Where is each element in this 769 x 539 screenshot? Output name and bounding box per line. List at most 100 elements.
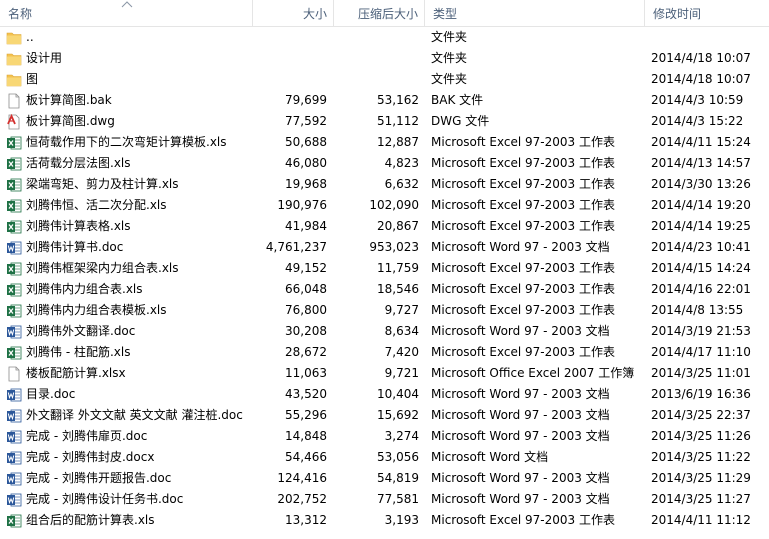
file-type: Microsoft Excel 97-2003 工作表 <box>431 177 615 191</box>
file-type: Microsoft Word 97 - 2003 文档 <box>431 471 610 485</box>
file-modified: 2014/4/16 22:01 <box>651 282 751 296</box>
file-name: 活荷载分层法图.xls <box>26 156 131 170</box>
file-row[interactable]: 刘腾伟内力组合表模板.xls 76,800 9,727 Microsoft Excel… <box>0 300 769 321</box>
file-type: Microsoft Excel 97-2003 工作表 <box>431 282 615 296</box>
file-modified: 2014/4/14 19:25 <box>651 219 751 233</box>
file-type: Microsoft Excel 97-2003 工作表 <box>431 261 615 275</box>
file-type: BAK 文件 <box>431 93 484 107</box>
file-size <box>252 27 327 48</box>
file-name: 刘腾伟计算表格.xls <box>26 219 131 233</box>
file-compressed-size: 15,692 <box>377 408 419 422</box>
file-compressed-size: 6,632 <box>384 177 419 191</box>
file-compressed-size: 9,721 <box>384 366 419 380</box>
file-name: 刘腾伟框架梁内力组合表.xls <box>26 261 179 275</box>
folder-icon <box>6 51 22 67</box>
file-row[interactable]: 刘腾伟 - 柱配筋.xls 28,672 7,420 Microsoft Excel … <box>0 342 769 363</box>
column-header-type-label: 类型 <box>433 7 458 21</box>
file-size: 55,296 <box>285 408 327 422</box>
file-row[interactable]: 组合后的配筋计算表.xls 13,312 3,193 Microsoft Excel … <box>0 510 769 531</box>
file-row[interactable]: 完成 - 刘腾伟扉页.doc 14,848 3,274 Microsoft Word … <box>0 426 769 447</box>
dwg-file-icon <box>6 113 22 130</box>
file-compressed-size: 7,420 <box>384 345 419 359</box>
column-header-modified[interactable]: 修改时间 <box>645 0 769 26</box>
file-type: Microsoft Word 97 - 2003 文档 <box>431 240 610 254</box>
file-row[interactable]: 恒荷载作用下的二次弯矩计算模板.xls 50,688 12,887 Microsoft… <box>0 132 769 153</box>
file-compressed-size: 53,056 <box>377 450 419 464</box>
file-rows: .. 文件夹 设计用 文件夹 2014/4/18 10:07 图文件夹 2014/4/18 … <box>0 27 769 531</box>
file-size: 14,848 <box>285 429 327 443</box>
file-row[interactable]: 活荷载分层法图.xls 46,080 4,823 Microsoft Excel 97… <box>0 153 769 174</box>
word-file-icon <box>6 387 22 403</box>
file-row[interactable]: 刘腾伟外文翻译.doc 30,208 8,634 Microsoft Word 97 … <box>0 321 769 342</box>
word-file-icon <box>6 240 22 256</box>
file-type: Microsoft Word 97 - 2003 文档 <box>431 429 610 443</box>
file-type: Microsoft Excel 97-2003 工作表 <box>431 513 615 527</box>
file-size: 49,152 <box>285 261 327 275</box>
column-header-modified-label: 修改时间 <box>653 7 702 21</box>
file-row[interactable]: 刘腾伟恒、活二次分配.xls 190,976 102,090 Microsoft Ex… <box>0 195 769 216</box>
file-row[interactable]: 楼板配筋计算.xlsx 11,063 9,721 Microsoft Office E… <box>0 363 769 384</box>
file-row[interactable]: 刘腾伟计算书.doc 4,761,237 953,023 Microsoft Word… <box>0 237 769 258</box>
column-header-type[interactable]: 类型 <box>425 0 645 26</box>
file-row[interactable]: 梁端弯矩、剪力及柱计算.xls 19,968 6,632 Microsoft Exce… <box>0 174 769 195</box>
file-row[interactable]: 完成 - 刘腾伟封皮.docx 54,466 53,056 Microsoft Wor… <box>0 447 769 468</box>
file-size: 190,976 <box>277 198 327 212</box>
file-size: 77,592 <box>285 114 327 128</box>
file-row[interactable]: 完成 - 刘腾伟设计任务书.doc 202,752 77,581 Microsoft … <box>0 489 769 510</box>
file-row[interactable]: 图 文件夹 2014/4/18 10:07 <box>0 69 769 90</box>
file-compressed-size <box>328 69 419 90</box>
file-name: 外文翻译 外文文献 英文文献 灌注桩.doc <box>26 408 243 422</box>
column-header-compressed-label: 压缩后大小 <box>357 7 418 21</box>
file-row[interactable]: 目录.doc 43,520 10,404 Microsoft Word 97 - 20… <box>0 384 769 405</box>
file-name-cell: 板计算简图.bak <box>0 90 252 111</box>
word-file-icon <box>6 408 22 424</box>
file-size: 4,761,237 <box>265 240 327 254</box>
excel-file-icon <box>6 135 22 151</box>
word-file-icon <box>6 492 22 508</box>
file-compressed-size: 77,581 <box>377 492 419 506</box>
file-size: 30,208 <box>285 324 327 338</box>
file-compressed-size: 102,090 <box>369 198 419 212</box>
file-name-cell: 刘腾伟 - 柱配筋.xls <box>0 342 252 363</box>
file-type: Microsoft Word 97 - 2003 文档 <box>431 324 610 338</box>
file-row[interactable]: 板计算简图.bak 79,699 53,162 BAK 文件 2014/4/3 10:5… <box>0 90 769 111</box>
file-modified: 2014/4/18 10:07 <box>651 72 751 86</box>
file-compressed-size: 953,023 <box>369 240 419 254</box>
file-row[interactable]: 外文翻译 外文文献 英文文献 灌注桩.doc 55,296 15,692 Micros… <box>0 405 769 426</box>
file-modified: 2014/4/3 15:22 <box>651 114 744 128</box>
file-row[interactable]: .. 文件夹 <box>0 27 769 48</box>
file-size: 54,466 <box>285 450 327 464</box>
file-type: Microsoft Word 97 - 2003 文档 <box>431 492 610 506</box>
file-modified: 2014/4/17 11:10 <box>651 345 751 359</box>
file-row[interactable]: 板计算简图.dwg 77,592 51,112 DWG 文件 2014/4/3 15:2… <box>0 111 769 132</box>
file-type: Microsoft Word 97 - 2003 文档 <box>431 408 610 422</box>
file-name: 组合后的配筋计算表.xls <box>26 513 155 527</box>
blank-file-icon <box>6 93 22 109</box>
file-row[interactable]: 设计用 文件夹 2014/4/18 10:07 <box>0 48 769 69</box>
file-row[interactable]: 刘腾伟内力组合表.xls 66,048 18,546 Microsoft Excel … <box>0 279 769 300</box>
column-header-name[interactable]: 名称 <box>0 0 253 26</box>
file-row[interactable]: 刘腾伟框架梁内力组合表.xls 49,152 11,759 Microsoft Exc… <box>0 258 769 279</box>
file-name: 目录.doc <box>26 387 76 401</box>
file-name: 图 <box>26 72 39 86</box>
file-name: 板计算简图.dwg <box>26 114 115 128</box>
file-name-cell: 完成 - 刘腾伟封皮.docx <box>0 447 252 468</box>
file-row[interactable]: 刘腾伟计算表格.xls 41,984 20,867 Microsoft Excel 9… <box>0 216 769 237</box>
file-size: 202,752 <box>277 492 327 506</box>
file-type: Microsoft Excel 97-2003 工作表 <box>431 135 615 149</box>
file-size: 13,312 <box>285 513 327 527</box>
file-row[interactable]: 完成 - 刘腾伟开题报告.doc 124,416 54,819 Microsoft W… <box>0 468 769 489</box>
excel-file-icon <box>6 198 22 214</box>
file-size: 41,984 <box>285 219 327 233</box>
column-header-compressed[interactable]: 压缩后大小 <box>334 0 425 26</box>
file-name-cell: 板计算简图.dwg <box>0 111 252 132</box>
file-size: 124,416 <box>277 471 327 485</box>
file-name: 完成 - 刘腾伟设计任务书.doc <box>26 492 184 506</box>
excel-file-icon <box>6 156 22 172</box>
column-header-size[interactable]: 大小 <box>253 0 334 26</box>
file-type: 文件夹 <box>431 51 468 65</box>
folder-icon <box>6 72 22 88</box>
file-name-cell: 完成 - 刘腾伟开题报告.doc <box>0 468 252 489</box>
file-modified: 2014/3/25 22:37 <box>651 408 751 422</box>
column-header: 名称 大小 压缩后大小 类型 修改时间 <box>0 0 769 27</box>
